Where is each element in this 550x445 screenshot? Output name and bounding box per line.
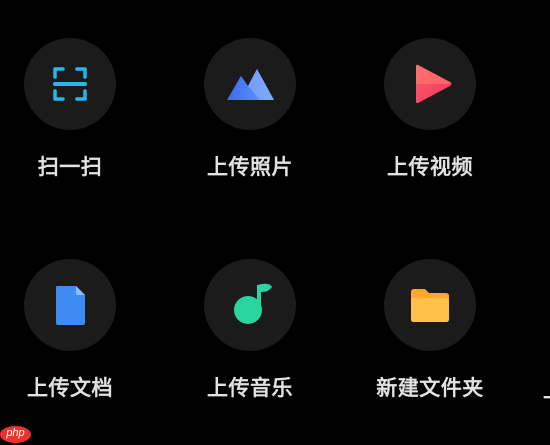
partial-item-label: 上	[543, 374, 550, 404]
upload-music-button[interactable]: 上传音乐	[190, 259, 310, 419]
php-logo: php	[0, 424, 32, 445]
new-folder-label: 新建文件夹	[376, 376, 484, 400]
upload-music-icon-circle[interactable]	[204, 259, 296, 351]
upload-music-label: 上传音乐	[207, 376, 293, 400]
photo-mountain-icon	[227, 69, 274, 100]
scan-label: 扫一扫	[37, 155, 103, 179]
upload-video-label: 上传视频	[387, 155, 473, 179]
new-folder-icon-circle[interactable]	[384, 259, 476, 351]
scan-icon	[53, 67, 87, 101]
upload-photo-label: 上传照片	[207, 155, 293, 179]
upload-video-button[interactable]: 上传视频	[370, 38, 490, 198]
upload-photo-icon-circle[interactable]	[204, 38, 296, 130]
folder-icon	[411, 289, 449, 322]
scan-button[interactable]: 扫一扫	[10, 38, 130, 198]
upload-document-button[interactable]: 上传文档	[10, 259, 130, 419]
php-logo-text: php	[6, 427, 25, 439]
upload-document-label: 上传文档	[27, 376, 113, 400]
scan-icon-circle[interactable]	[24, 38, 116, 130]
document-icon	[56, 286, 85, 325]
play-video-icon	[416, 64, 452, 104]
new-folder-button[interactable]: 新建文件夹	[370, 259, 490, 419]
upload-photo-button[interactable]: 上传照片	[190, 38, 310, 198]
file-actions-screen: { "items": [ {"name": "scan", "label": "…	[0, 0, 550, 445]
upload-document-icon-circle[interactable]	[24, 259, 116, 351]
music-note-icon	[234, 283, 272, 324]
upload-video-icon-circle[interactable]	[384, 38, 476, 130]
